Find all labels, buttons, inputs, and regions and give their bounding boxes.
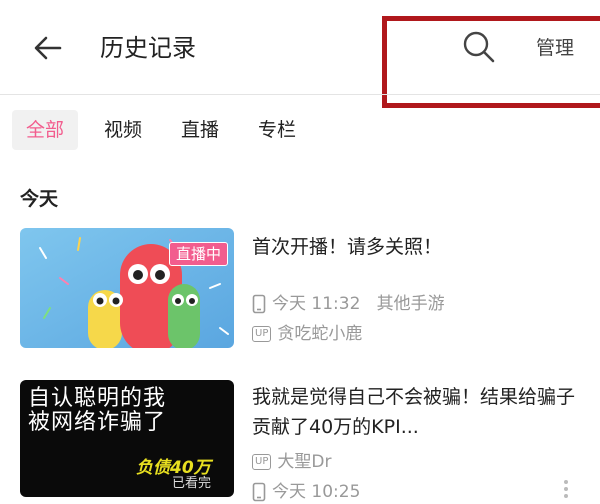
item-thumbnail[interactable]: 直播中 [20,228,234,348]
more-vertical-icon [564,480,568,498]
up-badge: UP [252,326,272,342]
item-time: 今天 11:32 [272,294,361,314]
item-thumbnail[interactable]: 自认聪明的我 被网络诈骗了 负债40万 已看完 [20,380,234,497]
item-uploader-row: UP 大聖Dr [252,450,331,474]
item-time: 今天 10:25 [272,482,361,502]
back-button[interactable] [30,30,66,66]
tab-all-label: 全部 [26,119,65,141]
section-label-today: 今天 [20,188,59,210]
tab-column[interactable]: 专栏 [258,110,296,150]
thumb-caption-line2: 被网络诈骗了 [28,410,167,435]
item-time-row: 今天 11:32 其他手游 [252,292,445,316]
phone-icon [252,482,266,502]
thumb-caption-line3: 负债40万 [136,458,211,478]
item-uploader-row: UP 贪吃蛇小鹿 [252,322,362,346]
tab-live[interactable]: 直播 [181,110,219,150]
tab-column-label: 专栏 [258,119,297,141]
item-uploader[interactable]: 贪吃蛇小鹿 [277,324,362,344]
header-divider [0,94,600,95]
tab-video-label: 视频 [104,119,143,141]
header-bar: 历史记录 管理 [0,0,600,108]
more-options-button[interactable] [560,478,572,502]
filter-tabs: 全部 视频 直播 专栏 [0,110,600,154]
tab-live-label: 直播 [181,119,220,141]
phone-icon [252,294,266,314]
item-uploader[interactable]: 大聖Dr [277,452,331,472]
item-title: 首次开播！请多关照！ [252,236,443,258]
thumb-caption-line1: 自认聪明的我 [28,386,167,411]
tab-video[interactable]: 视频 [104,110,142,150]
page-title: 历史记录 [100,34,196,62]
history-item[interactable]: 自认聪明的我 被网络诈骗了 负债40万 已看完 我就是觉得自己不会被骗！结果给骗… [0,380,600,502]
arrow-left-icon [34,36,62,60]
history-item[interactable]: 直播中 首次开播！请多关照！ 今天 11:32 其他手游 UP 贪吃蛇小鹿 [0,228,600,358]
up-badge: UP [252,454,272,470]
tab-all[interactable]: 全部 [12,110,79,150]
item-title: 我就是觉得自己不会被骗！结果给骗子贡献了40万的KPI... [252,386,576,438]
item-category: 其他手游 [376,294,445,314]
item-time-row: 今天 10:25 [252,480,360,504]
live-badge: 直播中 [168,242,228,266]
thumb-watched-label: 已看完 [172,476,212,491]
